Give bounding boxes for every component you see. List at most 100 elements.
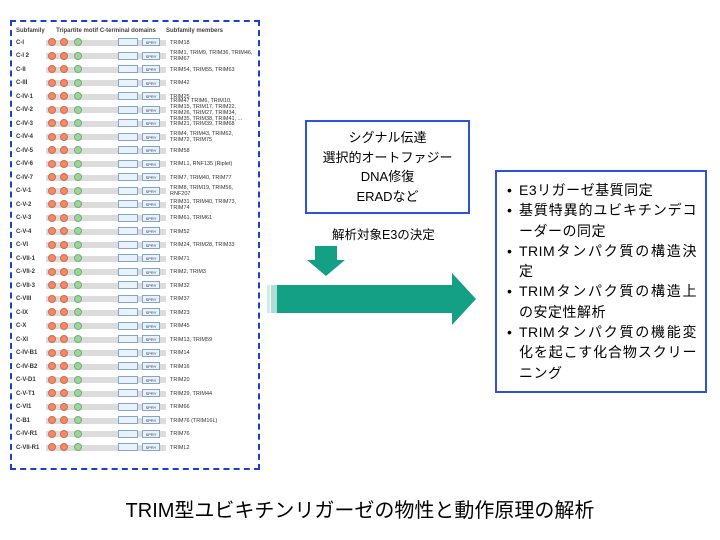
trim-row: C-VIIISPRY TRIM37 [16,293,254,307]
domain-bar: SPRY [46,40,166,46]
analysis-goals-box: E3リガーゼ基質同定基質特異的ユビキチンデコーダーの同定TRIMタンパク質の構造… [495,170,707,393]
domain-bar: SPRY [46,337,166,343]
members-label: TRIM16 [170,364,254,370]
domain-bar: SPRY [46,161,166,167]
domain-bar: SPRY [46,323,166,329]
domain-bar: SPRY [46,310,166,316]
top-box-l1: シグナル伝達 [311,128,464,148]
subfamily-label: C-II [16,67,46,73]
decision-label: 解析対象E3の決定 [332,224,435,243]
domain-bar: SPRY [46,215,166,221]
goals-list: E3リガーゼ基質同定基質特異的ユビキチンデコーダーの同定TRIMタンパク質の構造… [505,180,697,383]
trim-row: C-B1SPRY TRIM76 (TRIM16L) [16,414,254,428]
subfamily-label: C-B1 [16,418,46,424]
domain-bar: SPRY [46,94,166,100]
trim-row: C-VII-3SPRY TRIM32 [16,279,254,293]
diagram-canvas: Subfamily Tripartite motif C-terminal do… [0,0,720,540]
members-label: TRIM61, TRIM61 [170,215,254,221]
members-label: TRIM1, TRIM9, TRIM36, TRIM46, TRIM67 [170,50,254,62]
subfamily-label: C-VII-2 [16,269,46,275]
trim-row: C-IIISPRYTRIM42 [16,77,254,91]
domain-bar: SPRY [46,121,166,127]
domain-bar: SPRY [46,350,166,356]
trim-row: C-VII-R1SPRYTRIML2 [16,441,254,455]
members-label: TRIML2 [170,445,254,451]
subfamily-label: C-IV-1 [16,94,46,100]
subfamily-label: C-VIII [16,296,46,302]
subfamily-label: C-V-T1 [16,391,46,397]
domain-bar: SPRY [46,80,166,86]
members-label: TRIM45 [170,323,254,329]
subfamily-label: C-IV-3 [16,121,46,127]
domain-bar: SPRY [46,202,166,208]
trim-row: C-V-4SPRYTRIM52 [16,225,254,239]
hdr-motif: Tripartite motif C-terminal domains [46,28,166,34]
panel-headers: Subfamily Tripartite motif C-terminal do… [16,28,254,34]
trim-row: C-XISPRYTRIM13, TRIM59 [16,333,254,347]
subfamily-label: C-XI [16,337,46,343]
functions-box: シグナル伝達 選択的オートファジー DNA修復 ERADなど [305,120,470,214]
subfamily-label: C-IV-7 [16,175,46,181]
domain-bar: SPRY [46,404,166,410]
subfamily-label: C-VII-R1 [16,445,46,451]
hdr-members: Subfamily members [166,28,254,34]
subfamily-label: C-IV-B2 [16,364,46,370]
goal-item: TRIMタンパク質の構造決定 [505,241,697,282]
domain-bar: SPRY [46,175,166,181]
subfamily-label: C-VI1 [16,404,46,410]
trim-row: C-V-2SPRYTRIM31, TRIM40, TRIM73, TRIM74 [16,198,254,212]
members-label: TRIM76 (TRIM16L) [170,418,254,424]
goal-item: 基質特異的ユビキチンデコーダーの同定 [505,200,697,241]
members-label: TRIM47 TRIM6, TRIM10, TRIM15, TRIM17, TR… [170,98,254,122]
domain-bar: SPRY [46,296,166,302]
subfamily-label: C-X [16,323,46,329]
members-label: TRIM58 [170,148,254,154]
trim-row: C-IV-R1SPRYTRIM76 [16,428,254,442]
trim-row: C-VII-1SPRYTRIM71 [16,252,254,266]
subfamily-label: C-IV-4 [16,134,46,140]
domain-bar: SPRY [46,188,166,194]
members-label: TRIM14 [170,350,254,356]
domain-bar: SPRY [46,53,166,59]
subfamily-label: C-V-D1 [16,377,46,383]
members-label: TRIM2, TRIM3 [170,269,254,275]
top-box-l2: 選択的オートファジー [311,148,464,168]
members-label: TRIM7, TRIM40, TRIM77 [170,175,254,181]
domain-bar: SPRY [46,256,166,262]
subfamily-label: C-IV-R1 [16,431,46,437]
trim-row: C-V-3SPRY TRIM61, TRIM61 [16,212,254,226]
diagram-title: TRIM型ユビキチンリガーゼの物性と動作原理の解析 [0,494,720,523]
trim-row: C-V-1SPRYTRIM8, TRIM19, TRIM56, RNF207 [16,185,254,199]
members-label: TRIM32 [170,283,254,289]
members-label: TRIM29, TRIM44 [170,391,254,397]
subfamily-label: C-V-4 [16,229,46,235]
top-box-l4: ERADなど [311,187,464,207]
members-label: TRIM52 [170,229,254,235]
members-label: TRIM37 [170,296,254,302]
domain-bar: SPRY [46,283,166,289]
trim-row: C-IV-B2SPRY TRIM16 [16,360,254,374]
subfamily-label: C-VII-3 [16,283,46,289]
subfamily-label: C-IV-5 [16,148,46,154]
goal-item: TRIMタンパク質の構造上の安定性解析 [505,281,697,322]
subfamily-label: C-VII-1 [16,256,46,262]
subfamily-label: C-VI [16,242,46,248]
members-label: TRIM23 [170,310,254,316]
subfamily-label: C-V-3 [16,215,46,221]
members-label: TRIM24, TRIM28, TRIM33 [170,242,254,248]
domain-bar: SPRY [46,418,166,424]
members-label: TRIM21, TRIM39, TRIM68 [170,121,254,127]
members-label: TRIM20 [170,377,254,383]
domain-bar: SPRY [46,67,166,73]
members-label: TRIM8, TRIM19, TRIM56, RNF207 [170,185,254,197]
trim-row: C-IV-B1SPRYTRIM14 [16,347,254,361]
hdr-subfamily: Subfamily [16,28,46,34]
trim-family-panel: Subfamily Tripartite motif C-terminal do… [10,20,260,470]
subfamily-label: C-IV-6 [16,161,46,167]
domain-bar: SPRY [46,242,166,248]
trim-row: C-IV-4SPRYTRIM4, TRIM43, TRIM62, TRIM72,… [16,131,254,145]
domain-bar: SPRY [46,107,166,113]
trim-row: C-I 2SPRYTRIM1, TRIM9, TRIM36, TRIM46, T… [16,50,254,64]
domain-bar: SPRY [46,364,166,370]
trim-row: C-VI1SPRYTRIM66 [16,401,254,415]
